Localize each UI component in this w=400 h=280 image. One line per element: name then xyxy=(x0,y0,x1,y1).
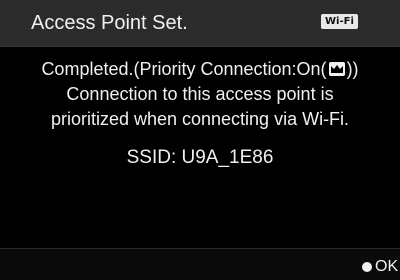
message-line-1-prefix: Completed.(Priority Connection:On( xyxy=(41,59,327,79)
message-line-3: prioritized when connecting via Wi-Fi. xyxy=(50,109,350,129)
wifi-badge: Wi-Fi xyxy=(321,14,358,29)
message-line-2: Connection to this access point is xyxy=(66,84,334,104)
ok-label: OK xyxy=(375,258,399,275)
ok-button[interactable]: OK xyxy=(362,257,398,277)
header-bar: Access Point Set. Wi-Fi xyxy=(0,0,400,47)
camera-screen: Access Point Set. Wi-Fi Completed.(Prior… xyxy=(0,0,400,280)
ssid-label: SSID: U9A_1E86 xyxy=(126,147,274,168)
filled-circle-icon xyxy=(362,262,372,272)
message-line-1-suffix: )) xyxy=(346,59,359,79)
message-line-1: Completed.(Priority Connection:On( )) xyxy=(0,57,400,82)
crown-icon xyxy=(328,62,345,76)
footer-bar: OK xyxy=(0,248,400,280)
page-title: Access Point Set. xyxy=(31,12,188,34)
status-message: Completed.(Priority Connection:On( )) Co… xyxy=(0,57,400,132)
